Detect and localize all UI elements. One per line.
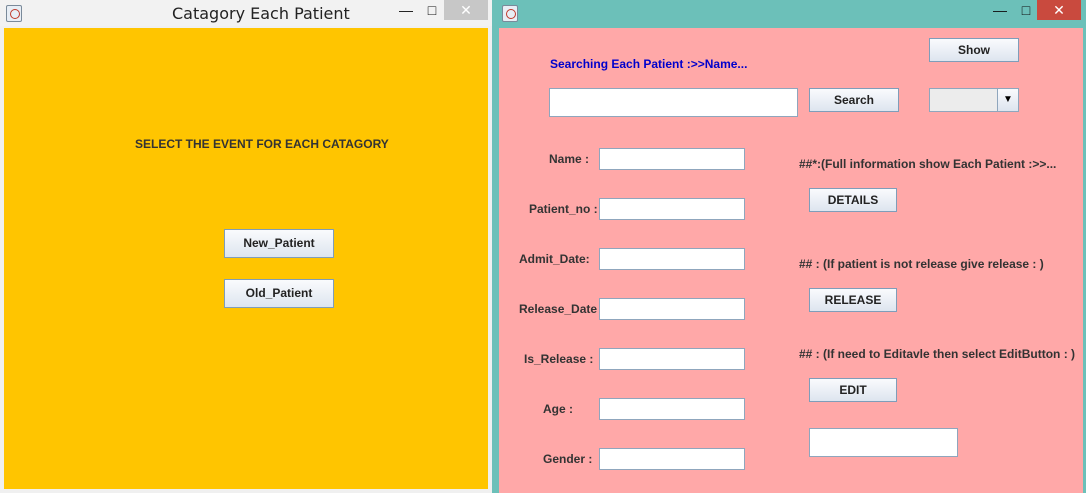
age-label: Age : <box>543 402 573 416</box>
minimize-icon[interactable]: — <box>396 0 416 20</box>
category-window-titlebar[interactable]: Catagory Each Patient — □ ✕ <box>0 0 492 26</box>
release-button[interactable]: RELEASE <box>809 288 897 312</box>
admit-date-label: Admit_Date: <box>519 252 590 266</box>
patient-panel: Searching Each Patient :>>Name... Show S… <box>499 28 1083 493</box>
search-prompt: Searching Each Patient :>>Name... <box>550 57 748 71</box>
old-patient-button[interactable]: Old_Patient <box>224 279 334 308</box>
name-label: Name : <box>549 152 590 166</box>
patient-no-field[interactable] <box>599 198 745 220</box>
is-release-field[interactable] <box>599 348 745 370</box>
new-patient-button[interactable]: New_Patient <box>224 229 334 258</box>
category-window: Catagory Each Patient — □ ✕ SELECT THE E… <box>0 0 492 493</box>
minimize-icon[interactable]: — <box>990 0 1010 20</box>
edit-button[interactable]: EDIT <box>809 378 897 402</box>
patient-search-titlebar[interactable]: — □ ✕ <box>496 0 1086 26</box>
release-date-field[interactable] <box>599 298 745 320</box>
patient-no-label: Patient_no : <box>529 202 598 216</box>
window-title: Catagory Each Patient <box>172 4 350 23</box>
close-icon[interactable]: ✕ <box>444 0 488 20</box>
search-input[interactable] <box>549 88 798 117</box>
maximize-icon[interactable]: □ <box>422 0 442 20</box>
maximize-icon[interactable]: □ <box>1016 0 1036 20</box>
age-field[interactable] <box>599 398 745 420</box>
show-button[interactable]: Show <box>929 38 1019 62</box>
release-note: ## : (If patient is not release give rel… <box>799 257 1044 271</box>
category-panel: SELECT THE EVENT FOR EACH CATAGORY New_P… <box>4 28 488 489</box>
gender-label: Gender : <box>543 452 593 466</box>
close-icon[interactable]: ✕ <box>1037 0 1081 20</box>
extra-input[interactable] <box>809 428 958 457</box>
gender-field[interactable] <box>599 448 745 470</box>
java-app-icon <box>6 5 22 22</box>
name-field[interactable] <box>599 148 745 170</box>
edit-note: ## : (If need to Editavle then select Ed… <box>799 347 1076 361</box>
is-release-label: Is_Release : <box>524 352 594 366</box>
chevron-down-icon[interactable]: ▼ <box>997 89 1018 111</box>
details-note: ##*:(Full information show Each Patient … <box>799 157 1057 171</box>
category-heading: SELECT THE EVENT FOR EACH CATAGORY <box>135 137 389 151</box>
patient-search-window: — □ ✕ Searching Each Patient :>>Name... … <box>496 0 1086 493</box>
release-date-label: Release_Date <box>519 302 598 316</box>
patient-dropdown[interactable]: ▼ <box>929 88 1019 112</box>
admit-date-field[interactable] <box>599 248 745 270</box>
java-app-icon <box>502 5 518 22</box>
details-button[interactable]: DETAILS <box>809 188 897 212</box>
search-button[interactable]: Search <box>809 88 899 112</box>
